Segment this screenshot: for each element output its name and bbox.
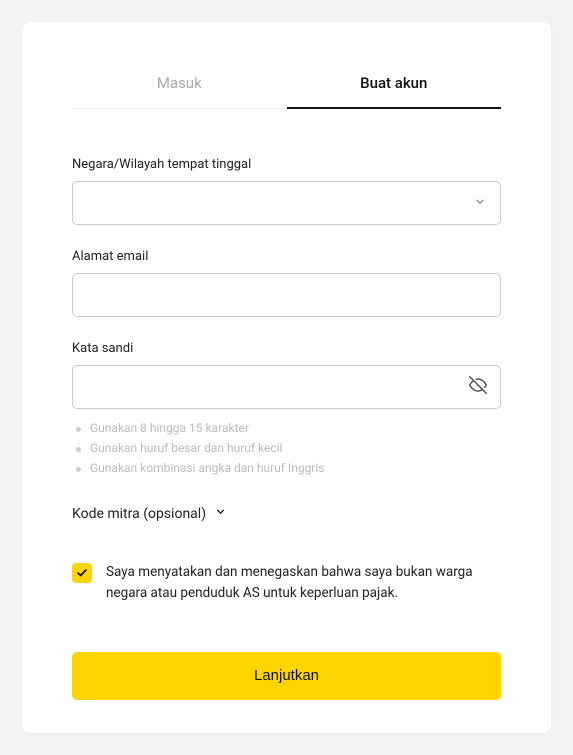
password-hint: Gunakan 8 hingga 15 karakter	[76, 421, 501, 435]
eye-off-icon[interactable]	[469, 376, 487, 398]
tab-signup[interactable]: Buat akun	[287, 74, 502, 108]
agreement-checkbox[interactable]	[72, 563, 92, 583]
password-hints: Gunakan 8 hingga 15 karakter Gunakan hur…	[72, 421, 501, 475]
password-label: Kata sandi	[72, 341, 501, 356]
agreement-text: Saya menyatakan dan menegaskan bahwa say…	[106, 562, 501, 604]
signup-card: Masuk Buat akun Negara/Wilayah tempat ti…	[22, 22, 551, 733]
continue-button[interactable]: Lanjutkan	[72, 652, 501, 700]
auth-tabs: Masuk Buat akun	[72, 74, 501, 109]
chevron-down-icon	[214, 505, 227, 522]
password-hint: Gunakan huruf besar dan huruf kecil	[76, 441, 501, 455]
country-select[interactable]	[72, 181, 501, 225]
password-input[interactable]	[72, 365, 501, 409]
agreement-row: Saya menyatakan dan menegaskan bahwa say…	[72, 562, 501, 604]
email-input[interactable]	[72, 273, 501, 317]
partner-code-toggle[interactable]: Kode mitra (opsional)	[72, 505, 501, 522]
email-field-group: Alamat email	[72, 249, 501, 317]
email-label: Alamat email	[72, 249, 501, 264]
country-field-group: Negara/Wilayah tempat tinggal	[72, 157, 501, 225]
country-label: Negara/Wilayah tempat tinggal	[72, 157, 501, 172]
partner-code-label: Kode mitra (opsional)	[72, 506, 206, 522]
password-hint: Gunakan kombinasi angka dan huruf Inggri…	[76, 461, 501, 475]
password-field-group: Kata sandi Gunakan 8 hingga 15 karakter …	[72, 341, 501, 475]
tab-login[interactable]: Masuk	[72, 74, 287, 108]
